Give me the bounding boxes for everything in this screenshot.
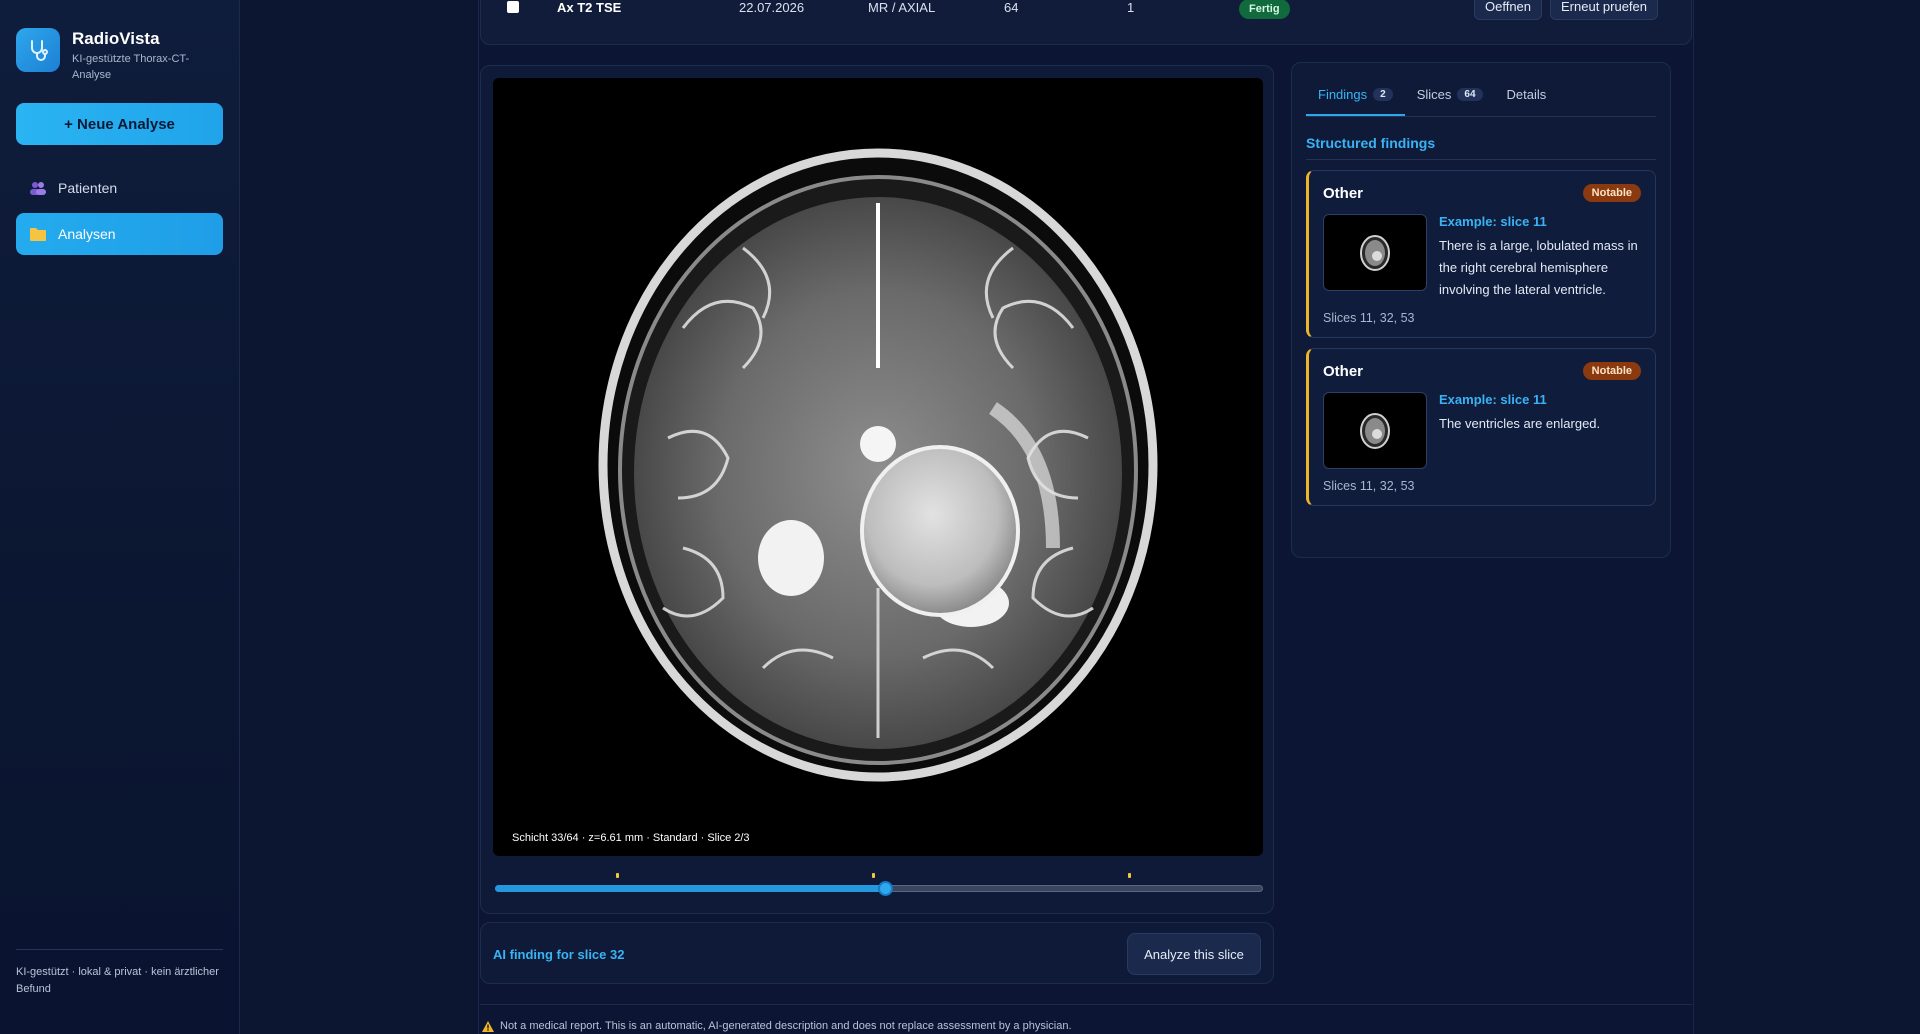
disclaimer: Not a medical report. This is an automat… bbox=[482, 1020, 1072, 1032]
tab-label: Findings bbox=[1318, 87, 1368, 102]
sidebar-item-label: Patienten bbox=[58, 180, 118, 196]
series-slice-count: 64 bbox=[1004, 0, 1019, 15]
disclaimer-text: Not a medical report. This is an automat… bbox=[500, 1020, 1072, 1032]
ai-finding-title: AI finding for slice 32 bbox=[493, 947, 625, 962]
status-badge: Fertig bbox=[1239, 0, 1290, 19]
sidebar: RadioVista KI-gestützte Thorax-CT-Analys… bbox=[0, 0, 240, 1034]
divider bbox=[480, 1004, 1692, 1005]
finding-card[interactable]: Other Notable Example: slice 11 There is… bbox=[1306, 170, 1656, 338]
tab-details[interactable]: Details bbox=[1495, 87, 1559, 116]
notable-badge: Notable bbox=[1582, 184, 1641, 202]
brand: RadioVista KI-gestützte Thorax-CT-Analys… bbox=[16, 28, 223, 83]
table-row[interactable]: Ax T2 TSE 22.07.2026 MR / AXIAL 64 1 Fer… bbox=[480, 0, 1692, 45]
tab-label: Slices bbox=[1416, 87, 1452, 102]
slider-thumb[interactable] bbox=[878, 881, 894, 896]
tab-count: 2 bbox=[1373, 88, 1393, 101]
finding-slice-marker bbox=[871, 873, 875, 878]
image-viewer-panel: Schicht 33/64 · z=6.61 mm · Standard · S… bbox=[480, 65, 1274, 914]
brand-subtitle: KI-gestützte Thorax-CT-Analyse bbox=[72, 53, 190, 81]
retry-button[interactable]: Erneut pruefen bbox=[1550, 0, 1659, 20]
finding-slice-marker bbox=[1127, 873, 1131, 878]
analyze-slice-button[interactable]: Analyze this slice bbox=[1127, 933, 1261, 975]
finding-slices: Slices 11, 32, 53 bbox=[1323, 479, 1415, 493]
structured-findings-title: Structured findings bbox=[1306, 135, 1656, 160]
finding-text: There is a large, lobulated mass in the … bbox=[1439, 238, 1638, 297]
new-analysis-button[interactable]: + Neue Analyse bbox=[16, 103, 223, 145]
brain-mri-slice bbox=[598, 148, 1158, 782]
finding-slice-marker bbox=[615, 873, 619, 878]
tab-label: Details bbox=[1506, 87, 1547, 102]
ai-finding-panel: AI finding for slice 32 Analyze this sli… bbox=[480, 922, 1274, 984]
slice-thumbnail[interactable] bbox=[1323, 214, 1427, 291]
series-name: Ax T2 TSE bbox=[557, 0, 622, 15]
sidebar-item-analyses[interactable]: Analysen bbox=[16, 213, 223, 255]
slider-fill bbox=[495, 885, 886, 892]
tab-slices[interactable]: Slices 64 bbox=[1405, 87, 1495, 116]
tab-findings[interactable]: Findings 2 bbox=[1306, 87, 1405, 116]
sidebar-item-patients[interactable]: Patienten bbox=[16, 167, 223, 209]
slice-slider[interactable] bbox=[495, 869, 1263, 899]
folder-icon bbox=[30, 227, 46, 241]
notable-badge: Notable bbox=[1582, 362, 1641, 380]
example-slice-link[interactable]: Example: slice 11 bbox=[1439, 392, 1600, 407]
tab-count: 64 bbox=[1457, 88, 1483, 101]
finding-slices: Slices 11, 32, 53 bbox=[1323, 311, 1415, 325]
sidebar-nav: Patienten Analysen bbox=[16, 167, 223, 255]
brain-thumbnail-icon bbox=[1360, 412, 1390, 449]
sidebar-item-label: Analysen bbox=[58, 226, 116, 242]
findings-tabs: Findings 2 Slices 64 Details bbox=[1306, 63, 1656, 117]
series-number: 1 bbox=[1127, 0, 1135, 15]
mri-viewer[interactable]: Schicht 33/64 · z=6.61 mm · Standard · S… bbox=[493, 78, 1263, 856]
series-date: 22.07.2026 bbox=[739, 0, 805, 15]
brain-thumbnail-icon bbox=[1360, 234, 1390, 271]
stethoscope-icon bbox=[16, 28, 60, 72]
finding-text: The ventricles are enlarged. bbox=[1439, 416, 1601, 431]
finding-category: Other bbox=[1323, 362, 1364, 380]
users-icon bbox=[30, 181, 46, 195]
findings-panel: Findings 2 Slices 64 Details Structured … bbox=[1291, 62, 1671, 558]
warning-icon bbox=[482, 1020, 494, 1032]
open-button[interactable]: Oeffnen bbox=[1474, 0, 1543, 20]
row-checkbox[interactable] bbox=[507, 1, 519, 13]
example-slice-link[interactable]: Example: slice 11 bbox=[1439, 214, 1641, 229]
viewer-caption: Schicht 33/64 · z=6.61 mm · Standard · S… bbox=[512, 832, 750, 844]
slice-thumbnail[interactable] bbox=[1323, 392, 1427, 469]
finding-card[interactable]: Other Notable Example: slice 11 The vent… bbox=[1306, 348, 1656, 506]
sidebar-footer: KI-gestützt · lokal & privat · kein ärzt… bbox=[16, 949, 223, 998]
brand-name: RadioVista bbox=[72, 29, 160, 48]
series-modality: MR / AXIAL bbox=[868, 0, 936, 15]
finding-category: Other bbox=[1323, 184, 1364, 202]
